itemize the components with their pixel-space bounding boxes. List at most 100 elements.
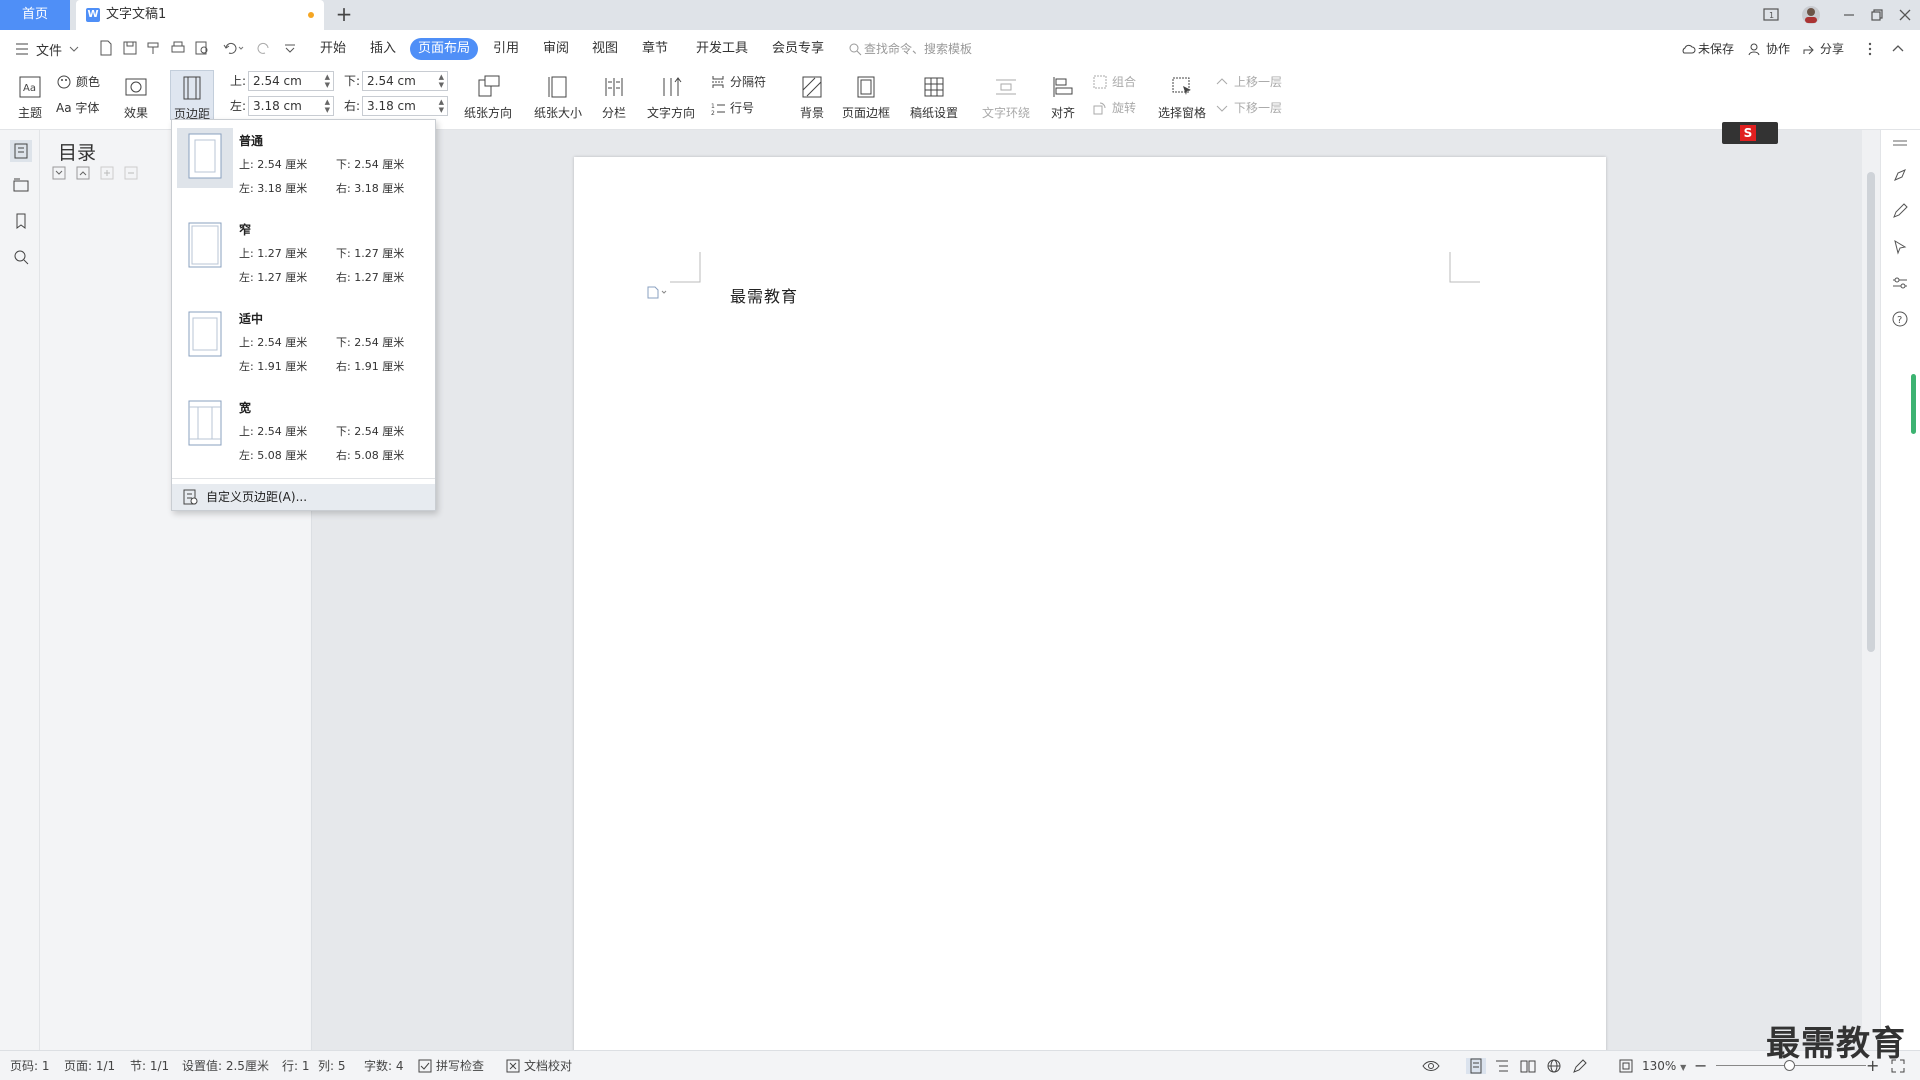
user-avatar-icon[interactable]: [1796, 0, 1826, 30]
add-heading-icon[interactable]: [100, 166, 114, 180]
menu-insert[interactable]: 插入: [362, 38, 404, 60]
status-col[interactable]: 列: 5: [318, 1058, 346, 1074]
chapter-nav-icon[interactable]: [12, 176, 30, 194]
margin-preset-narrow[interactable]: 窄 上: 1.27 厘米 下: 1.27 厘米 左: 1.27 厘米 右: 1.…: [172, 209, 435, 297]
text-wrap-button[interactable]: 文字环绕: [976, 70, 1036, 126]
print-icon[interactable]: [169, 39, 187, 57]
vertical-scrollbar[interactable]: [1862, 130, 1880, 1050]
eye-protection-icon[interactable]: [1422, 1058, 1440, 1074]
minimize-button[interactable]: [1834, 0, 1864, 30]
zoom-out-button[interactable]: −: [1694, 1058, 1707, 1074]
color-button[interactable]: 颜色: [56, 72, 116, 92]
restore-button[interactable]: [1862, 0, 1892, 30]
menu-references[interactable]: 引用: [485, 38, 527, 60]
status-page[interactable]: 页面: 1/1: [64, 1058, 115, 1074]
margin-preset-moderate[interactable]: 适中 上: 2.54 厘米 下: 2.54 厘米 左: 1.91 厘米 右: 1…: [172, 298, 435, 386]
menu-start[interactable]: 开始: [312, 38, 354, 60]
expand-all-icon[interactable]: [52, 166, 66, 180]
orientation-button[interactable]: 纸张方向: [458, 70, 518, 126]
columns-button[interactable]: 分栏: [594, 70, 634, 126]
breaks-button[interactable]: 分隔符: [710, 72, 780, 92]
theme-button[interactable]: Aa 主题: [8, 70, 52, 126]
menu-developer[interactable]: 开发工具: [688, 38, 756, 60]
write-view-icon[interactable]: [1572, 1058, 1588, 1074]
spin-arrows-icon[interactable]: ▲ ▼: [325, 73, 330, 89]
tab-document[interactable]: W 文字文稿1: [76, 0, 324, 30]
new-doc-icon[interactable]: [97, 39, 115, 57]
customize-quick-access-icon[interactable]: [281, 39, 299, 57]
menu-page-layout[interactable]: 页面布局: [410, 38, 479, 60]
effect-button[interactable]: 效果: [116, 70, 156, 126]
group-button[interactable]: 组合: [1092, 72, 1152, 92]
bring-forward-button[interactable]: 上移一层: [1214, 72, 1294, 92]
zoom-level[interactable]: 130% ▼: [1642, 1058, 1686, 1074]
outline-view-icon[interactable]: [1494, 1058, 1510, 1074]
toc-icon[interactable]: [10, 140, 32, 162]
panel-menu-icon[interactable]: [1891, 138, 1909, 148]
spin-arrows-icon[interactable]: ▲ ▼: [325, 98, 330, 114]
help-icon[interactable]: ?: [1891, 310, 1909, 328]
document-text[interactable]: 最需教育: [730, 283, 798, 307]
undo-icon[interactable]: [221, 39, 244, 57]
more-options-icon[interactable]: [1866, 40, 1874, 58]
spin-arrows-icon[interactable]: ▲ ▼: [439, 98, 444, 114]
collapse-all-icon[interactable]: [76, 166, 90, 180]
scrollbar-thumb[interactable]: [1867, 172, 1875, 652]
bottom-margin-input[interactable]: 2.54 cm ▲ ▼: [362, 71, 448, 91]
fit-page-icon[interactable]: [1618, 1058, 1634, 1074]
text-direction-button[interactable]: 文字方向: [642, 70, 700, 126]
spin-arrows-icon[interactable]: ▲ ▼: [439, 73, 444, 89]
menu-review[interactable]: 审阅: [535, 38, 577, 60]
bookmark-icon[interactable]: [12, 212, 30, 230]
margins-button[interactable]: 页边距: [170, 70, 214, 121]
selection-pane-button[interactable]: 选择窗格: [1154, 70, 1210, 126]
page-border-button[interactable]: 页面边框: [838, 70, 894, 126]
background-button[interactable]: 背景: [792, 70, 832, 126]
status-row[interactable]: 行: 1: [282, 1058, 310, 1074]
left-margin-input[interactable]: 3.18 cm ▲ ▼: [248, 96, 334, 116]
rotate-button[interactable]: 旋转: [1092, 98, 1152, 118]
file-menu[interactable]: 文件: [14, 40, 84, 59]
manuscript-button[interactable]: 稿纸设置: [906, 70, 962, 126]
send-backward-button[interactable]: 下移一层: [1214, 98, 1294, 118]
paper-size-button[interactable]: 纸张大小: [528, 70, 588, 126]
print-preview-icon[interactable]: [193, 39, 211, 57]
remove-heading-icon[interactable]: [124, 166, 138, 180]
top-margin-input[interactable]: 2.54 cm ▲ ▼: [248, 71, 334, 91]
margin-preset-wide[interactable]: 宽 上: 2.54 厘米 下: 2.54 厘米 左: 5.08 厘米 右: 5.…: [172, 387, 435, 475]
rocket-icon[interactable]: [1891, 166, 1909, 184]
cursor-icon[interactable]: [1891, 238, 1909, 256]
sliders-icon[interactable]: [1891, 274, 1909, 292]
status-section[interactable]: 节: 1/1: [130, 1058, 169, 1074]
status-page-code[interactable]: 页码: 1: [10, 1058, 50, 1074]
menu-view[interactable]: 视图: [584, 38, 626, 60]
paragraph-options-icon[interactable]: [646, 285, 670, 299]
line-number-button[interactable]: 12 行号: [710, 98, 780, 118]
window-layout-icon[interactable]: 1: [1756, 0, 1786, 30]
redo-icon[interactable]: [255, 39, 273, 57]
pen-icon[interactable]: [1891, 202, 1909, 220]
search-icon[interactable]: [12, 248, 30, 266]
tab-home[interactable]: 首页: [0, 0, 70, 30]
format-painter-icon[interactable]: [145, 39, 163, 57]
close-button[interactable]: [1890, 0, 1920, 30]
align-button[interactable]: 对齐: [1044, 70, 1082, 126]
margin-preset-normal[interactable]: 普通 上: 2.54 厘米 下: 2.54 厘米 左: 3.18 厘米 右: 3…: [172, 120, 435, 208]
document-page[interactable]: 最需教育: [574, 157, 1606, 1057]
reading-view-icon[interactable]: [1520, 1058, 1536, 1074]
side-scroll-indicator[interactable]: [1911, 374, 1916, 434]
menu-member[interactable]: 会员专享: [764, 38, 832, 60]
font-button[interactable]: Aa 字体: [56, 98, 116, 118]
custom-margins-item[interactable]: 自定义页边距(A)...: [172, 484, 435, 510]
ime-toolbar[interactable]: S: [1722, 122, 1778, 144]
new-tab-button[interactable]: +: [332, 0, 356, 30]
save-icon[interactable]: [121, 39, 139, 57]
menu-chapter[interactable]: 章节: [634, 38, 676, 60]
status-setting[interactable]: 设置值: 2.5厘米: [182, 1058, 269, 1074]
svg-text:?: ?: [1897, 315, 1902, 326]
web-view-icon[interactable]: [1546, 1058, 1562, 1074]
right-margin-input[interactable]: 3.18 cm ▲ ▼: [362, 96, 448, 116]
page-view-icon[interactable]: [1466, 1058, 1486, 1074]
status-words[interactable]: 字数: 4: [364, 1058, 404, 1074]
collapse-ribbon-icon[interactable]: [1890, 40, 1906, 58]
